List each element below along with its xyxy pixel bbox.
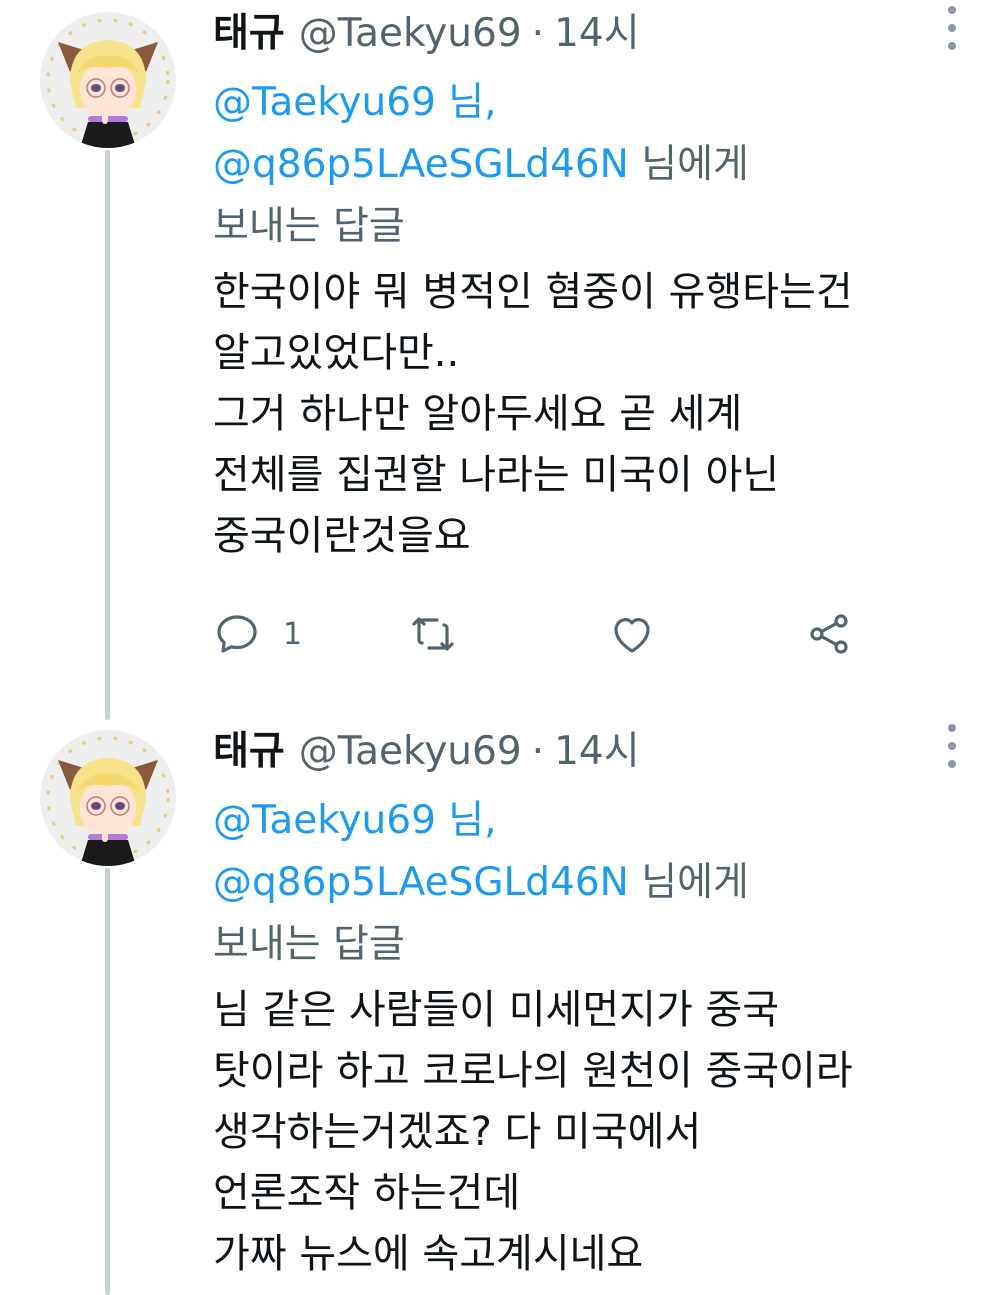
mention-link[interactable]: @q86p5LAeSGLd46N (213, 142, 629, 187)
author-handle[interactable]: @Taekyu69 (299, 8, 522, 60)
retweet-button[interactable] (409, 610, 457, 658)
retweet-icon (412, 617, 454, 651)
reply-button[interactable]: 1 (213, 610, 302, 658)
tweet-text-line: 탓이라 하고 코로나의 원천이 중국이라 (213, 1048, 853, 1094)
reply-label: 보내는 답글 (213, 204, 405, 249)
more-vertical-icon[interactable] (944, 6, 960, 50)
comment-icon (217, 615, 257, 653)
tweet-actions: 1 (213, 604, 873, 664)
avatar-image-icon (40, 12, 176, 148)
separator-dot: · (531, 729, 545, 774)
timestamp[interactable]: 14시 (554, 8, 640, 60)
reply-to-context: @Taekyu69 님, @q86p5LAeSGLd46N 님에게 보내는 답글 (213, 790, 973, 976)
author-name[interactable]: 태규 (213, 8, 285, 60)
mention-suffix: 님, (435, 798, 497, 843)
tweet-header: 태규 @Taekyu69 · 14시 (213, 726, 973, 778)
author-handle[interactable]: @Taekyu69 (299, 726, 522, 778)
tweet-text-line: 가짜 뉴스에 속고계시네요 (213, 1231, 644, 1277)
tweet-text-line: 언론조작 하는건데 (213, 1170, 521, 1216)
mention-suffix: 님에게 (628, 860, 749, 905)
separator-dot: · (531, 11, 545, 56)
mention-link[interactable]: @Taekyu69 (213, 80, 436, 125)
reply-count: 1 (283, 616, 303, 652)
author-name[interactable]: 태규 (213, 726, 285, 778)
share-button[interactable] (805, 610, 853, 658)
tweet[interactable]: 태규 @Taekyu69 · 14시 @Taekyu69 님, @q86p5LA… (0, 0, 1000, 690)
tweet-text-line: 알고있었다만.. (213, 330, 460, 376)
like-button[interactable] (608, 610, 656, 658)
avatar[interactable] (40, 12, 176, 148)
reply-label: 보내는 답글 (213, 922, 405, 967)
avatar[interactable] (40, 730, 176, 866)
mention-link[interactable]: @q86p5LAeSGLd46N (213, 860, 629, 905)
tweet-text: 한국이야 뭐 병적인 혐중이 유행타는건 알고있었다만.. 그거 하나만 알아두… (213, 262, 973, 567)
tweet-text-line: 그거 하나만 알아두세요 곧 세계 (213, 391, 743, 437)
tweet-text-line: 님 같은 사람들이 미세먼지가 중국 (213, 987, 780, 1033)
more-vertical-icon[interactable] (944, 724, 960, 768)
share-icon (810, 614, 848, 654)
timestamp[interactable]: 14시 (554, 726, 640, 778)
tweet-text-line: 중국이란것을요 (213, 513, 471, 559)
reply-to-context: @Taekyu69 님, @q86p5LAeSGLd46N 님에게 보내는 답글 (213, 72, 973, 258)
tweet-text-line: 생각하는거겠죠? 다 미국에서 (213, 1109, 702, 1155)
tweet[interactable]: 태규 @Taekyu69 · 14시 @Taekyu69 님, @q86p5LA… (0, 718, 1000, 1295)
tweet-text-line: 전체를 집권할 나라는 미국이 아닌 (213, 452, 780, 498)
tweet-text-line: 한국이야 뭐 병적인 혐중이 유행타는건 (213, 269, 853, 315)
mention-suffix: 님, (435, 80, 497, 125)
avatar-image-icon (40, 730, 176, 866)
tweet-header: 태규 @Taekyu69 · 14시 (213, 8, 973, 60)
heart-icon (614, 618, 650, 653)
mention-link[interactable]: @Taekyu69 (213, 798, 436, 843)
mention-suffix: 님에게 (628, 142, 749, 187)
tweet-text: 님 같은 사람들이 미세먼지가 중국 탓이라 하고 코로나의 원천이 중국이라 … (213, 980, 973, 1285)
